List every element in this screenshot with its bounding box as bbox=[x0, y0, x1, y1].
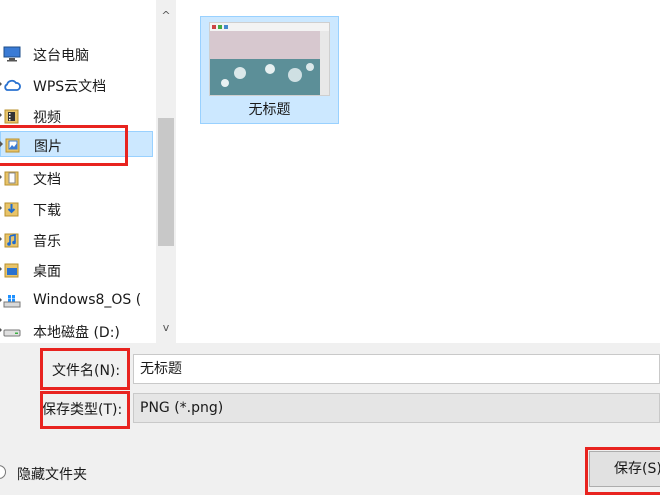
chevron-right-icon[interactable] bbox=[0, 173, 2, 181]
nav-item-label: 桌面 bbox=[33, 264, 61, 280]
highlight-box-filename bbox=[40, 348, 130, 390]
nav-item-this-pc[interactable]: 这台电脑 bbox=[0, 41, 150, 67]
downloads-folder-icon bbox=[4, 202, 19, 217]
chevron-right-icon[interactable] bbox=[0, 265, 2, 273]
filetype-select[interactable]: PNG (*.png) bbox=[133, 393, 660, 423]
chevron-right-icon[interactable] bbox=[0, 204, 2, 212]
highlight-box-pictures bbox=[0, 125, 128, 166]
desktop-folder-icon bbox=[4, 263, 19, 278]
chevron-right-icon[interactable] bbox=[0, 111, 2, 119]
file-list-pane[interactable]: 无标题 bbox=[178, 0, 660, 343]
image-thumbnail bbox=[209, 22, 330, 96]
nav-item-downloads[interactable]: 下载 bbox=[0, 196, 150, 222]
nav-item-label: 文档 bbox=[33, 172, 61, 188]
local-disk-icon bbox=[3, 329, 21, 337]
nav-item-windows-os-drive[interactable]: Windows8_OS ( bbox=[0, 288, 150, 314]
computer-icon bbox=[3, 46, 21, 62]
file-item[interactable]: 无标题 bbox=[200, 16, 339, 124]
nav-item-label: Windows8_OS ( bbox=[33, 292, 142, 308]
music-folder-icon bbox=[4, 233, 19, 248]
nav-item-label: 本地磁盘 (D:) bbox=[33, 325, 120, 341]
video-folder-icon bbox=[4, 109, 19, 124]
nav-item-label: 这台电脑 bbox=[33, 48, 89, 64]
filename-input[interactable]: 无标题 bbox=[133, 354, 660, 384]
cloud-icon bbox=[4, 79, 21, 91]
os-drive-icon bbox=[3, 295, 21, 308]
scrollbar-thumb[interactable] bbox=[158, 118, 174, 246]
highlight-box-filetype bbox=[40, 391, 130, 429]
nav-item-wps-cloud[interactable]: WPS云文档 bbox=[0, 72, 150, 98]
nav-item-label: WPS云文档 bbox=[33, 79, 107, 95]
image-thumbnail-graphic bbox=[210, 23, 329, 95]
nav-item-label: 下载 bbox=[33, 203, 61, 219]
hide-folders-toggle[interactable]: 隐藏文件夹 bbox=[0, 463, 150, 483]
nav-item-label: 音乐 bbox=[33, 234, 61, 250]
chevron-up-icon[interactable]: ^ bbox=[160, 10, 172, 22]
file-name-label: 无标题 bbox=[248, 102, 291, 118]
navigation-pane[interactable]: 这台电脑 WPS云文档 视频 图片 文档 下载 音乐 桌面 Windows8_O… bbox=[0, 0, 179, 343]
documents-folder-icon bbox=[4, 171, 19, 186]
nav-scrollbar[interactable]: ^ v bbox=[156, 0, 176, 343]
nav-item-desktop[interactable]: 桌面 bbox=[0, 257, 150, 283]
hide-folders-label: 隐藏文件夹 bbox=[17, 467, 87, 483]
nav-item-label: 视频 bbox=[33, 110, 61, 126]
chevron-up-circle-icon[interactable] bbox=[0, 465, 6, 479]
chevron-right-icon[interactable] bbox=[0, 235, 2, 243]
nav-item-music[interactable]: 音乐 bbox=[0, 227, 150, 253]
chevron-right-icon[interactable] bbox=[0, 326, 2, 334]
nav-item-documents[interactable]: 文档 bbox=[0, 165, 150, 191]
chevron-down-icon[interactable]: v bbox=[160, 322, 172, 334]
nav-item-local-disk-d[interactable]: 本地磁盘 (D:) bbox=[0, 318, 150, 344]
highlight-box-save bbox=[585, 447, 660, 495]
chevron-right-icon[interactable] bbox=[0, 296, 2, 304]
chevron-right-icon[interactable] bbox=[0, 80, 2, 88]
